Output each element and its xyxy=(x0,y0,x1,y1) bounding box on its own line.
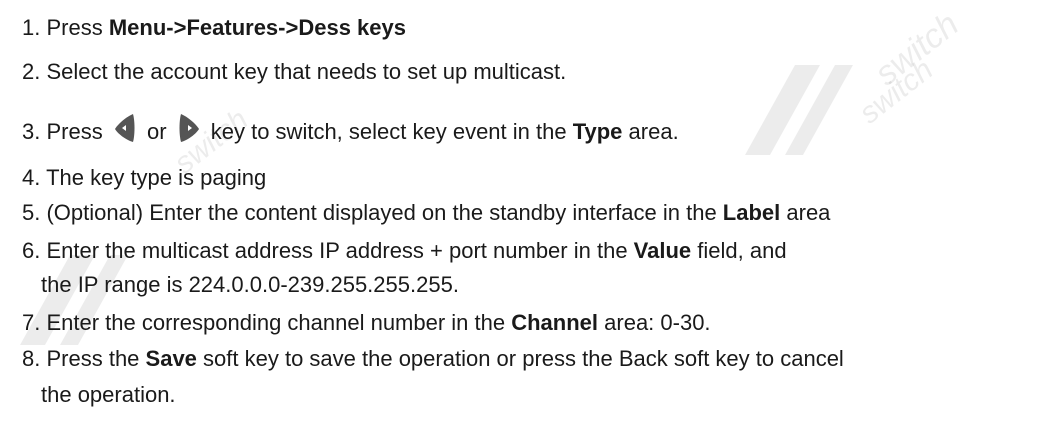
step-text: Enter the corresponding channel number i… xyxy=(46,310,512,335)
step-2: 2. Select the account key that needs to … xyxy=(22,59,566,85)
step-text: soft key to save the operation or press … xyxy=(196,346,844,371)
soft-key-save: Save xyxy=(145,346,197,371)
watermark-logo-right xyxy=(735,45,855,170)
step-3: 3. Press or key to switch, select key ev… xyxy=(22,113,679,145)
step-number: 5. xyxy=(22,200,41,225)
field-label: Label xyxy=(722,200,781,225)
right-arrow-key-icon xyxy=(179,114,199,142)
step-number: 1. xyxy=(22,15,41,40)
field-channel: Channel xyxy=(511,310,599,335)
step-text: The key type is paging xyxy=(46,165,267,190)
step-text: field, and xyxy=(691,238,787,263)
step-number: 8. xyxy=(22,346,41,371)
step-number: 3. xyxy=(22,119,41,144)
step-text: area. xyxy=(622,119,679,144)
watermark-brand-mid-right: switch xyxy=(853,52,940,131)
watermark-brand-top-right: switch xyxy=(868,5,966,94)
step-continuation: the IP range is 224.0.0.0-239.255.255.25… xyxy=(41,272,459,297)
step-4: 4. The key type is paging xyxy=(22,165,266,191)
step-text: or xyxy=(140,119,173,144)
step-6: 6. Enter the multicast address IP addres… xyxy=(22,238,787,298)
step-number: 7. xyxy=(22,310,41,335)
step-continuation: the operation. xyxy=(41,382,176,407)
step-5: 5. (Optional) Enter the content displaye… xyxy=(22,200,830,226)
step-text: Enter the multicast address IP address +… xyxy=(46,238,634,263)
step-8: 8. Press the Save soft key to save the o… xyxy=(22,346,844,408)
step-text: key to switch, select key event in the xyxy=(204,119,573,144)
step-text: area xyxy=(780,200,831,225)
field-type: Type xyxy=(572,119,623,144)
step-text: (Optional) Enter the content displayed o… xyxy=(46,200,723,225)
step-number: 2. xyxy=(22,59,41,84)
step-number: 6. xyxy=(22,238,41,263)
field-value: Value xyxy=(633,238,692,263)
step-text: Press the xyxy=(46,346,146,371)
step-text: Press xyxy=(46,119,109,144)
step-text: Select the account key that needs to set… xyxy=(46,59,567,84)
step-1: 1. Press Menu->Features->Dess keys xyxy=(22,15,406,41)
step-number: 4. xyxy=(22,165,41,190)
left-arrow-key-icon xyxy=(114,114,135,142)
menu-path: Menu->Features->Dess keys xyxy=(108,15,406,40)
step-text: area: 0-30. xyxy=(598,310,711,335)
step-text: Press xyxy=(46,15,109,40)
step-7: 7. Enter the corresponding channel numbe… xyxy=(22,310,711,336)
